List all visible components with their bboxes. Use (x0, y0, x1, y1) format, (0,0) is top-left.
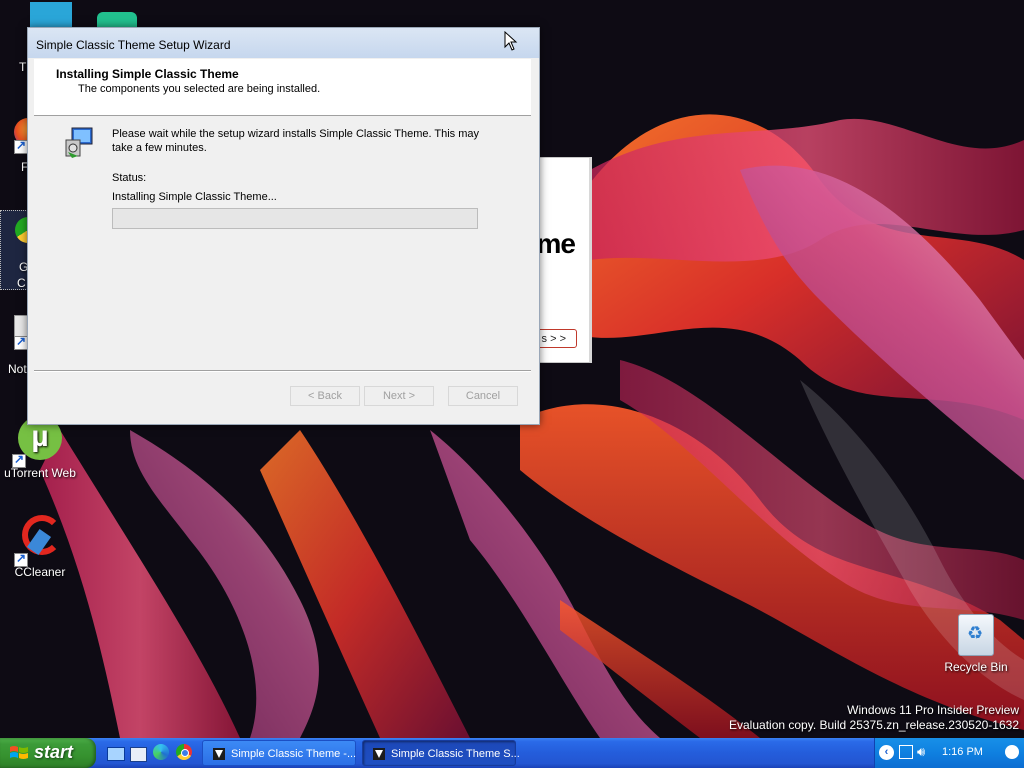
notification-icon[interactable] (1005, 745, 1019, 759)
setup-wizard-window[interactable]: Simple Classic Theme Setup Wizard Instal… (27, 27, 540, 425)
background-window-title: me (536, 228, 576, 259)
start-button[interactable]: start (0, 738, 96, 768)
desktop-icon-label: uTorrent Web (4, 466, 76, 480)
windows-flag-icon (10, 746, 28, 759)
desktop-icon-label: CCleaner (14, 565, 66, 579)
edge-icon[interactable] (153, 744, 171, 762)
taskbar-item-1[interactable]: Simple Classic Theme -... (202, 740, 356, 766)
desktop-label-partial: C (17, 276, 26, 290)
wizard-separator (34, 370, 531, 372)
wizard-message: Please wait while the setup wizard insta… (112, 128, 480, 154)
taskbar: start Simple Classic Theme -... Simple C… (0, 738, 1024, 768)
watermark-line-1: Windows 11 Pro Insider Preview (847, 703, 1019, 717)
network-icon[interactable] (899, 745, 913, 759)
watermark-line-2: Evaluation copy. Build 25375.zn_release.… (729, 718, 1019, 732)
mouse-cursor-icon (504, 31, 518, 51)
desktop-icon-recycle-bin[interactable]: ♻ Recycle Bin (938, 614, 1014, 674)
wizard-body: Please wait while the setup wizard insta… (34, 116, 531, 418)
status-text: Installing Simple Classic Theme... (112, 191, 277, 203)
recycle-bin-icon: ♻ (958, 614, 994, 656)
desktop-icon-ccleaner[interactable]: CCleaner (0, 515, 80, 579)
start-label: start (34, 742, 74, 762)
taskbar-item-label: Simple Classic Theme -... (231, 748, 357, 760)
installer-app-icon (373, 748, 385, 760)
show-desktop-icon[interactable] (107, 744, 125, 762)
desktop-icon-label: Recycle Bin (944, 660, 1008, 674)
install-progress-bar (112, 208, 478, 229)
back-button[interactable]: < Back (290, 386, 360, 406)
clock[interactable]: 1:16 PM (942, 746, 983, 758)
wizard-header-subtitle: The components you selected are being in… (78, 83, 321, 95)
windows-watermark: Windows 11 Pro Insider Preview Evaluatio… (729, 703, 1019, 733)
next-button[interactable]: Next > (364, 386, 434, 406)
desktop-icon-utorrent[interactable]: µ uTorrent Web (0, 416, 80, 480)
installer-icon (65, 127, 93, 158)
desktop-label-partial: Not (8, 362, 27, 376)
ccleaner-icon (14, 515, 64, 567)
wizard-titlebar[interactable]: Simple Classic Theme Setup Wizard (28, 28, 539, 58)
chrome-icon[interactable] (176, 744, 194, 762)
explorer-icon[interactable] (130, 744, 148, 762)
installer-app-icon (213, 748, 225, 760)
taskbar-item-2-active[interactable]: Simple Classic Theme S... (362, 740, 520, 766)
show-hidden-icons-chevron-icon[interactable]: ‹ (879, 745, 894, 760)
taskbar-item-label: Simple Classic Theme S... (391, 748, 520, 760)
wizard-header-title: Installing Simple Classic Theme (56, 67, 239, 81)
wizard-title: Simple Classic Theme Setup Wizard (36, 38, 231, 52)
desktop-label-partial: T (19, 60, 27, 74)
status-label: Status: (112, 172, 147, 184)
cancel-button[interactable]: Cancel (448, 386, 518, 406)
system-tray: ‹ 🔊︎ 1:16 PM (874, 738, 1024, 768)
wizard-header: Installing Simple Classic Theme The comp… (34, 59, 531, 116)
volume-icon[interactable]: 🔊︎ (917, 744, 925, 760)
